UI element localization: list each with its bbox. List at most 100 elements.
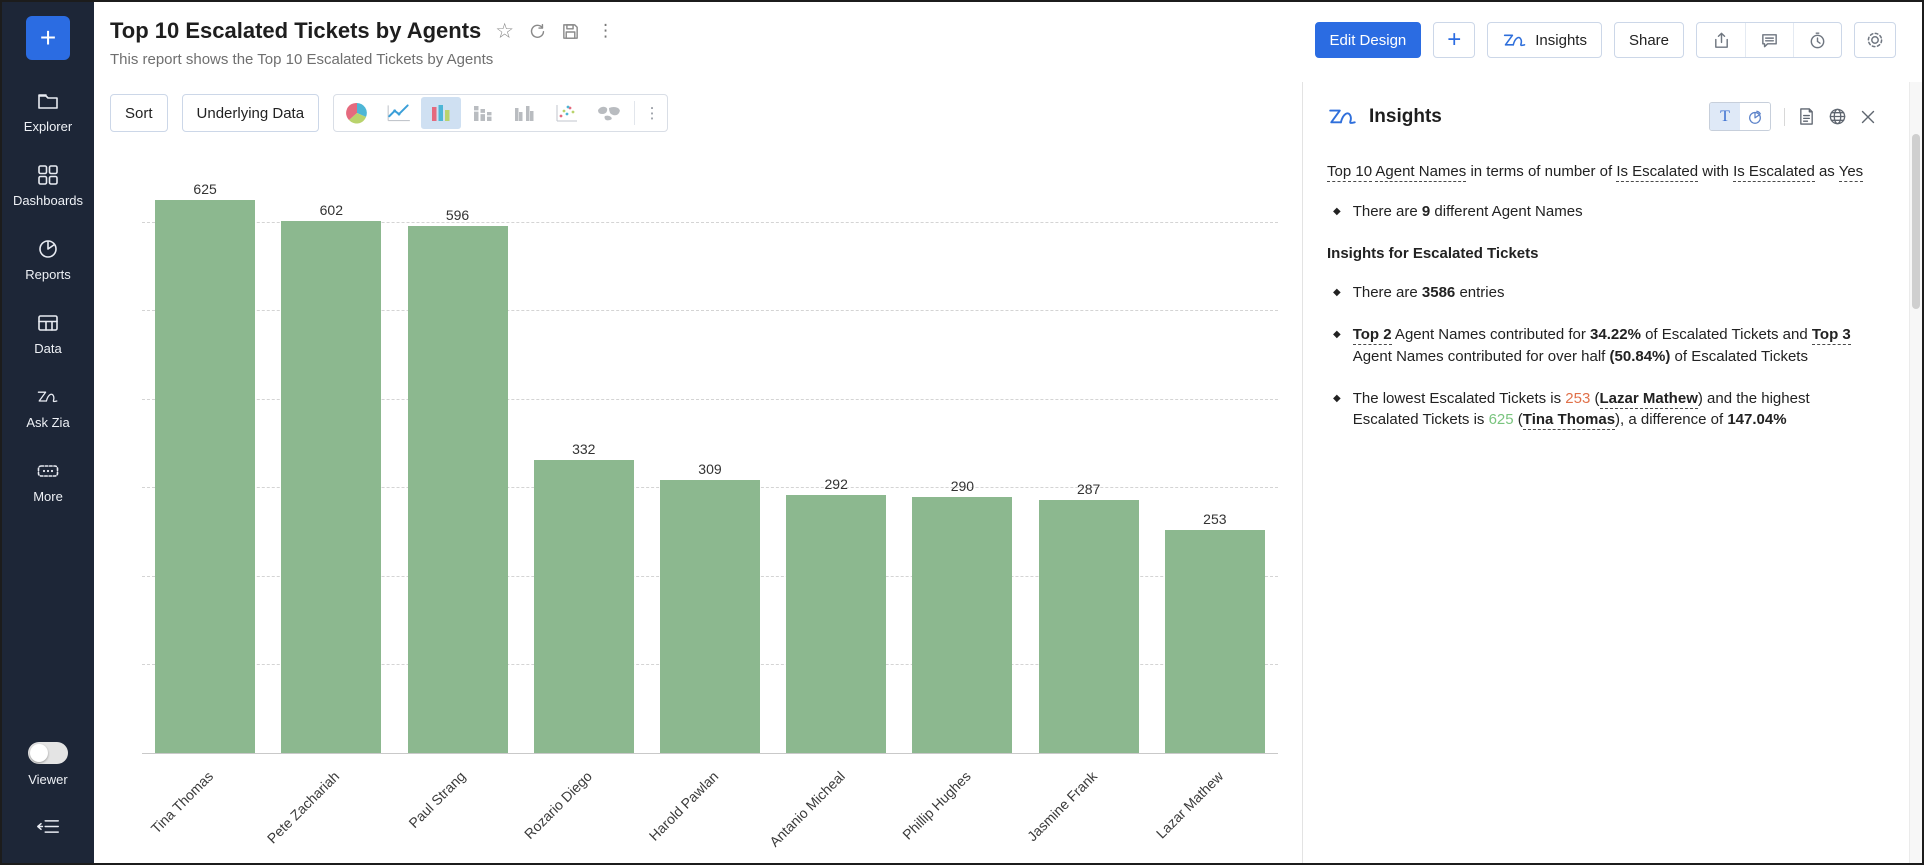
chart-view-button[interactable] xyxy=(1740,103,1770,130)
sidebar-item-explorer[interactable]: Explorer xyxy=(24,90,72,134)
x-axis-label: Pete Zachariah xyxy=(264,768,342,846)
viewer-mode-toggle[interactable] xyxy=(28,742,68,764)
bar-slot: 290 xyxy=(899,134,1025,754)
bar-slot: 602 xyxy=(268,134,394,754)
insight-term[interactable]: Is Escalated xyxy=(1616,163,1698,182)
sidebar-item-ask-zia[interactable]: Ask Zia xyxy=(26,386,69,430)
text-view-button[interactable]: T xyxy=(1710,103,1740,130)
insights-close-button[interactable] xyxy=(1860,109,1876,125)
bar-slot: 292 xyxy=(773,134,899,754)
bar-value-label: 625 xyxy=(193,181,216,197)
bar-value-label: 253 xyxy=(1203,511,1226,527)
x-axis-label: Lazar Mathew xyxy=(1153,768,1226,841)
schedule-alarm-button[interactable] xyxy=(1793,23,1841,57)
bar[interactable] xyxy=(1165,530,1265,754)
insights-panel: Insights T xyxy=(1302,82,1922,863)
pie-chart-button[interactable] xyxy=(337,97,377,129)
page-subtitle: This report shows the Top 10 Escalated T… xyxy=(110,51,617,68)
close-icon xyxy=(1860,109,1876,125)
insight-bullet: ◆There are 9 different Agent Names xyxy=(1327,201,1876,223)
insight-term[interactable]: Yes xyxy=(1839,163,1863,182)
map-chart-icon xyxy=(596,104,622,122)
bullet-diamond-icon: ◆ xyxy=(1333,286,1341,304)
insight-term[interactable]: Top 3 xyxy=(1812,326,1851,345)
settings-button[interactable] xyxy=(1854,22,1896,58)
insight-term[interactable]: Lazar Mathew xyxy=(1600,390,1698,409)
sidebar-item-dashboards[interactable]: Dashboards xyxy=(13,164,83,208)
bar[interactable] xyxy=(1039,500,1139,754)
edit-design-button[interactable]: Edit Design xyxy=(1315,22,1422,58)
xlabel-slot: Pete Zachariah xyxy=(268,754,394,865)
collapse-sidebar-icon xyxy=(35,817,61,836)
stacked-bar-button[interactable] xyxy=(463,97,503,129)
insights-language-button[interactable] xyxy=(1828,107,1847,126)
xlabel-slot: Harold Pawlan xyxy=(647,754,773,865)
zia-insights-label: Insights xyxy=(1535,32,1587,49)
insight-bullet: ◆The lowest Escalated Tickets is 253 (La… xyxy=(1327,388,1876,432)
comments-button[interactable] xyxy=(1745,23,1793,57)
title-block: Top 10 Escalated Tickets by Agents ☆ ⋮ T… xyxy=(110,18,617,82)
main-area: Top 10 Escalated Tickets by Agents ☆ ⋮ T… xyxy=(94,2,1922,863)
xlabel-slot: Lazar Mathew xyxy=(1152,754,1278,865)
refresh-icon[interactable] xyxy=(528,22,547,41)
underlying-data-button[interactable]: Underlying Data xyxy=(182,94,320,132)
gear-icon xyxy=(1865,30,1885,50)
bar-value-label: 292 xyxy=(825,476,848,492)
bar[interactable] xyxy=(281,221,381,754)
more-ellipsis-icon xyxy=(36,460,60,482)
xlabel-slot: Rozario Diego xyxy=(521,754,647,865)
insights-summary-button[interactable] xyxy=(1798,107,1815,126)
chart-section: Sort Underlying Data xyxy=(94,82,1302,863)
bar-chart: 625602596332309292290287253 Tina ThomasP… xyxy=(142,134,1278,865)
scrollbar-thumb[interactable] xyxy=(1912,134,1920,309)
grouped-bar-button[interactable] xyxy=(505,97,545,129)
save-icon[interactable] xyxy=(561,22,580,41)
bar-chart-button[interactable] xyxy=(421,97,461,129)
sidebar-item-data[interactable]: Data xyxy=(34,312,61,356)
zia-insights-button[interactable]: Insights xyxy=(1487,22,1602,58)
header-icon-group xyxy=(1696,22,1842,58)
x-axis-label: Jasmine Frank xyxy=(1024,768,1100,844)
sidebar-item-label: Dashboards xyxy=(13,193,83,208)
add-report-button[interactable]: + xyxy=(1433,22,1475,58)
sidebar-item-label: Data xyxy=(34,341,61,356)
xlabel-slot: Phillip Hughes xyxy=(899,754,1025,865)
x-axis-label: Rozario Diego xyxy=(521,768,595,842)
bar[interactable] xyxy=(155,200,255,754)
dashboards-icon xyxy=(36,164,60,186)
chart-type-more-button[interactable]: ⋮ xyxy=(639,104,665,122)
sort-button[interactable]: Sort xyxy=(110,94,168,132)
create-new-button[interactable]: + xyxy=(26,16,70,60)
header-actions: Edit Design + Insights Share xyxy=(1315,22,1896,58)
plot-area: 625602596332309292290287253 xyxy=(142,134,1278,754)
sidebar-collapse-button[interactable] xyxy=(35,817,61,841)
document-icon xyxy=(1798,107,1815,126)
export-button[interactable] xyxy=(1697,23,1745,57)
insight-term[interactable]: Tina Thomas xyxy=(1523,411,1615,430)
sidebar-item-reports[interactable]: Reports xyxy=(25,238,71,282)
bars-row: 625602596332309292290287253 xyxy=(142,134,1278,754)
bar[interactable] xyxy=(786,495,886,754)
bar-value-label: 602 xyxy=(320,202,343,218)
map-chart-button[interactable] xyxy=(589,97,629,129)
scatter-plot-button[interactable] xyxy=(547,97,587,129)
insight-term[interactable]: Is Escalated xyxy=(1733,163,1815,182)
bar[interactable] xyxy=(408,226,508,754)
sidebar-item-more[interactable]: More xyxy=(33,460,63,504)
share-button[interactable]: Share xyxy=(1614,22,1684,58)
bar[interactable] xyxy=(534,460,634,754)
viewer-toggle-label: Viewer xyxy=(28,772,68,787)
insight-term[interactable]: Top 2 xyxy=(1353,326,1392,345)
title-more-menu[interactable]: ⋮ xyxy=(594,21,617,41)
bar[interactable] xyxy=(912,497,1012,754)
scatter-plot-icon xyxy=(555,103,579,123)
favorite-star-icon[interactable]: ☆ xyxy=(495,22,514,41)
sidebar: + Explorer Dashboards Reports Data Ask Z… xyxy=(2,2,94,863)
bar-slot: 253 xyxy=(1152,134,1278,754)
insight-term[interactable]: Top 10 xyxy=(1327,163,1372,182)
zia-icon xyxy=(1327,105,1359,129)
bar[interactable] xyxy=(660,480,760,754)
bar-value-label: 290 xyxy=(951,478,974,494)
line-chart-button[interactable] xyxy=(379,97,419,129)
insight-term[interactable]: Agent Names xyxy=(1375,163,1466,182)
